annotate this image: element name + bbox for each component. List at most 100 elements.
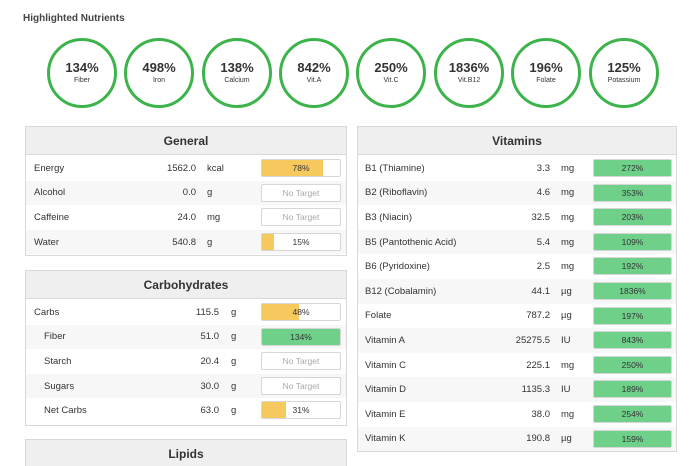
nutrient-row[interactable]: Carbs 115.5 g 48% bbox=[26, 300, 346, 325]
nutrient-amount: 51.0 bbox=[200, 331, 220, 343]
nutrient-circle-fiber[interactable]: 134% Fiber bbox=[47, 38, 117, 108]
target-progress-bar: 353% bbox=[593, 183, 672, 202]
nutrient-circle-vit-c[interactable]: 250% Vit.C bbox=[356, 38, 426, 108]
nutrient-row[interactable]: Starch 20.4 g No Target bbox=[26, 349, 346, 374]
target-progress-bar: 843% bbox=[593, 331, 672, 350]
nutrient-row[interactable]: B6 (Pyridoxine) 2.5 mg 192% bbox=[358, 254, 676, 279]
nutrient-unit: mg bbox=[561, 236, 575, 248]
nutrient-row[interactable]: Alcohol 0.0 g No Target bbox=[26, 180, 346, 206]
nutrient-row[interactable]: Fiber 51.0 g 134% bbox=[26, 324, 346, 350]
nutrient-circle-vit-a[interactable]: 842% Vit.A bbox=[279, 38, 349, 108]
target-progress-bar: 272% bbox=[593, 159, 672, 177]
nutrient-amount: 44.1 bbox=[531, 285, 551, 297]
highlighted-nutrients: 134% Fiber 498% Iron 138% Calcium 842% V… bbox=[47, 38, 677, 110]
nutrient-unit: kcal bbox=[207, 162, 224, 174]
nutrient-percent: 125% bbox=[607, 60, 641, 75]
nutrient-unit: IU bbox=[561, 334, 571, 346]
nutrient-row[interactable]: B1 (Thiamine) 3.3 mg 272% bbox=[358, 156, 676, 181]
nutrient-circle-calcium[interactable]: 138% Calcium bbox=[202, 38, 272, 108]
general-panel: General Energy 1562.0 kcal 78% Alcohol 0.0 g No… bbox=[25, 126, 347, 256]
nutrient-row[interactable]: Vitamin A 25275.5 IU 843% bbox=[358, 328, 676, 353]
lipids-header: Lipids bbox=[26, 440, 346, 466]
nutrient-percent: 842% bbox=[297, 60, 331, 75]
nutrient-row[interactable]: Vitamin E 38.0 mg 254% bbox=[358, 402, 676, 427]
nutrient-row[interactable]: B5 (Pantothenic Acid) 5.4 mg 109% bbox=[358, 229, 676, 255]
progress-label: 197% bbox=[621, 310, 644, 321]
page-title: Highlighted Nutrients bbox=[23, 13, 125, 24]
nutrient-row[interactable]: Vitamin C 225.1 mg 250% bbox=[358, 353, 676, 378]
progress-label: 203% bbox=[621, 212, 644, 223]
target-progress-bar: No Target bbox=[261, 376, 341, 395]
progress-label: 843% bbox=[621, 335, 644, 346]
nutrient-row[interactable]: Energy 1562.0 kcal 78% bbox=[26, 156, 346, 181]
vitamins-header: Vitamins bbox=[358, 127, 676, 155]
nutrient-label: Vit.B12 bbox=[457, 77, 481, 84]
target-progress-bar: 31% bbox=[261, 401, 341, 420]
nutrient-amount: 5.4 bbox=[536, 236, 550, 248]
nutrient-row[interactable]: Water 540.8 g 15% bbox=[26, 229, 346, 255]
progress-label: No Target bbox=[282, 356, 320, 367]
nutrient-amount: 20.4 bbox=[200, 355, 220, 367]
target-progress-bar: 197% bbox=[593, 306, 672, 325]
nutrient-unit: mg bbox=[561, 261, 575, 273]
progress-label: 31% bbox=[292, 405, 310, 416]
nutrient-unit: mg bbox=[561, 187, 575, 199]
nutrient-unit: µg bbox=[561, 285, 572, 297]
carbohydrates-header: Carbohydrates bbox=[26, 271, 346, 299]
nutrient-unit: g bbox=[231, 380, 237, 392]
progress-label: 159% bbox=[621, 433, 644, 444]
nutrient-circle-folate[interactable]: 196% Folate bbox=[511, 38, 581, 108]
target-progress-bar: 192% bbox=[593, 257, 672, 276]
target-progress-bar: 254% bbox=[593, 405, 672, 423]
target-progress-bar: No Target bbox=[261, 183, 341, 202]
nutrient-circle-iron[interactable]: 498% Iron bbox=[124, 38, 194, 108]
nutrient-label: Folate bbox=[536, 77, 556, 84]
nutrient-circle-potassium[interactable]: 125% Potassium bbox=[589, 38, 659, 108]
nutrient-row[interactable]: Net Carbs 63.0 g 31% bbox=[26, 398, 346, 423]
nutrient-amount: 38.0 bbox=[531, 408, 551, 420]
progress-label: 250% bbox=[621, 359, 644, 370]
nutrient-unit: mg bbox=[207, 211, 221, 223]
progress-label: 1836% bbox=[619, 286, 646, 296]
nutrient-unit: mg bbox=[561, 359, 575, 371]
carbohydrates-panel: Carbohydrates Carbs 115.5 g 48% Fiber 51.0 g 13… bbox=[25, 270, 347, 426]
progress-label: 109% bbox=[621, 236, 644, 247]
lipids-panel: Lipids bbox=[25, 439, 347, 466]
target-progress-bar: 109% bbox=[593, 232, 672, 251]
progress-label: 272% bbox=[621, 163, 644, 173]
target-progress-bar: 250% bbox=[593, 355, 672, 374]
nutrient-label: Potassium bbox=[607, 77, 641, 84]
nutrient-row[interactable]: Vitamin K 190.8 µg 159% bbox=[358, 426, 676, 452]
nutrient-percent: 134% bbox=[65, 60, 99, 75]
nutrient-percent: 138% bbox=[220, 60, 254, 75]
nutrient-amount: 190.8 bbox=[526, 433, 550, 445]
nutrient-amount: 2.5 bbox=[536, 261, 550, 273]
nutrient-row[interactable]: Sugars 30.0 g No Target bbox=[26, 373, 346, 399]
target-progress-bar: 1836% bbox=[593, 282, 672, 300]
progress-label: 15% bbox=[292, 236, 310, 247]
nutrient-amount: 4.6 bbox=[536, 187, 550, 199]
nutrient-unit: µg bbox=[561, 310, 572, 322]
target-progress-bar: 15% bbox=[261, 232, 341, 251]
nutrient-row[interactable]: B2 (Riboflavin) 4.6 mg 353% bbox=[358, 180, 676, 206]
nutrient-unit: g bbox=[231, 405, 237, 417]
progress-label: No Target bbox=[282, 212, 320, 223]
nutrient-amount: 32.5 bbox=[531, 211, 551, 223]
progress-label: 254% bbox=[621, 409, 644, 419]
nutrient-row[interactable]: Folate 787.2 µg 197% bbox=[358, 304, 676, 329]
nutrient-amount: 3.3 bbox=[536, 162, 550, 174]
nutrient-unit: g bbox=[231, 355, 237, 367]
nutrient-row[interactable]: Vitamin D 1135.3 IU 189% bbox=[358, 377, 676, 402]
nutrient-row[interactable]: B12 (Cobalamin) 44.1 µg 1836% bbox=[358, 279, 676, 304]
nutrient-row[interactable]: Caffeine 24.0 mg No Target bbox=[26, 205, 346, 230]
nutrient-row[interactable]: B3 (Niacin) 32.5 mg 203% bbox=[358, 205, 676, 230]
progress-label: 189% bbox=[621, 384, 644, 395]
progress-label: 353% bbox=[621, 187, 644, 198]
nutrient-amount: 1562.0 bbox=[166, 162, 196, 174]
nutrient-label: Iron bbox=[152, 77, 166, 84]
target-progress-bar: 48% bbox=[261, 303, 341, 321]
nutrient-circle-vit-b12[interactable]: 1836% Vit.B12 bbox=[434, 38, 504, 108]
nutrient-unit: g bbox=[231, 306, 237, 318]
vitamins-panel: Vitamins B1 (Thiamine) 3.3 mg 272% B2 (Ribof… bbox=[357, 126, 677, 452]
nutrient-amount: 540.8 bbox=[172, 236, 196, 248]
